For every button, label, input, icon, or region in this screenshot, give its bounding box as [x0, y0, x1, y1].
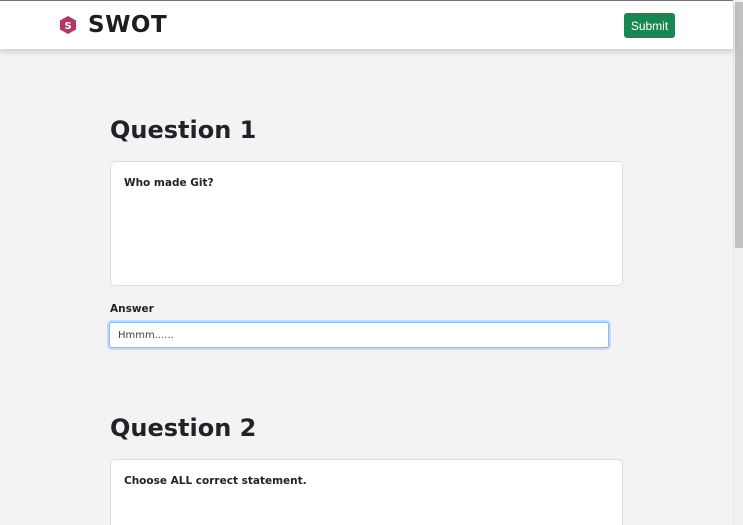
submit-button[interactable]: Submit — [624, 13, 675, 38]
vertical-scrollbar[interactable] — [733, 0, 743, 525]
svg-text:S: S — [64, 21, 71, 32]
brand[interactable]: S SWOT — [59, 10, 167, 40]
question-1-card: Who made Git? — [110, 161, 623, 286]
question-2-title: Question 2 — [110, 414, 257, 442]
hexagon-s-logo-icon: S — [59, 16, 77, 34]
scrollbar-thumb[interactable] — [735, 2, 743, 248]
question-1-text: Who made Git? — [124, 177, 214, 189]
question-1-title: Question 1 — [110, 116, 257, 144]
question-2-card: Choose ALL correct statement. — [110, 459, 623, 525]
app-name: SWOT — [88, 12, 168, 38]
answer-label: Answer — [110, 303, 154, 315]
answer-input[interactable] — [109, 322, 609, 348]
question-2-text: Choose ALL correct statement. — [124, 475, 307, 487]
navbar: S SWOT Submit — [0, 1, 733, 49]
